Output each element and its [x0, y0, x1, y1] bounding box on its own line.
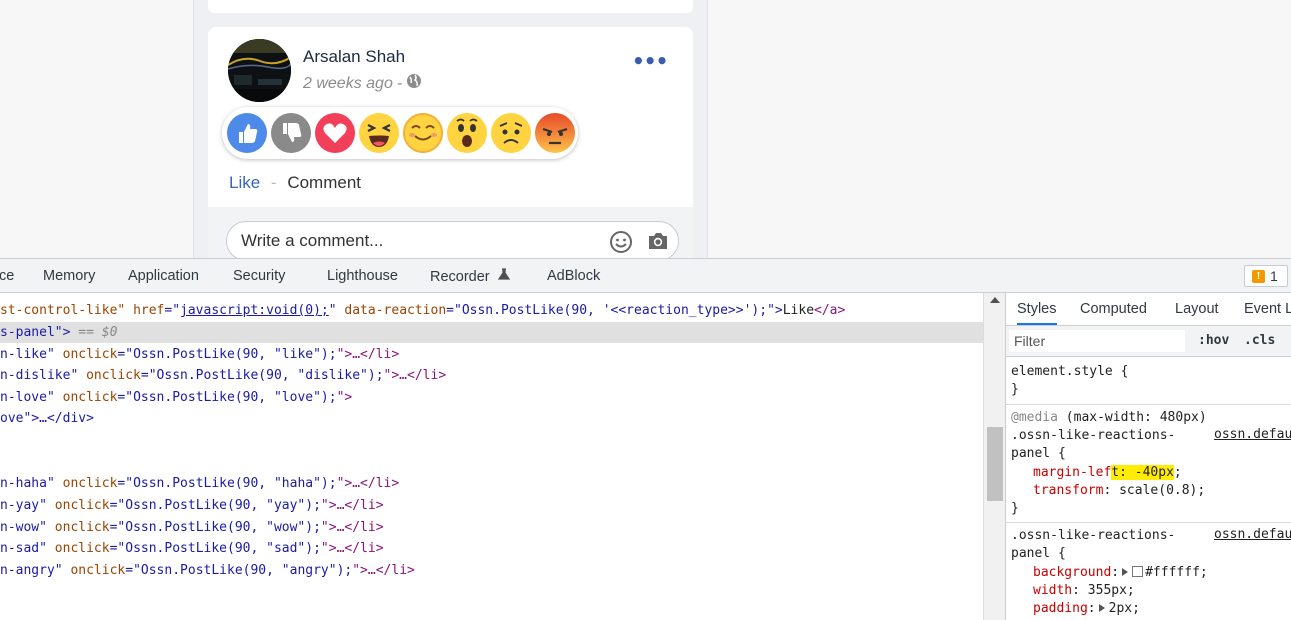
color-swatch[interactable] — [1132, 566, 1144, 577]
issues-count: 1 — [1270, 268, 1278, 284]
previous-post-card — [208, 0, 693, 13]
sad-reaction-icon[interactable] — [491, 113, 531, 153]
dom-node-dislike-item[interactable]: n-dislike" onclick="Ossn.PostLike(90, "d… — [0, 365, 983, 386]
media-query: @media (max-width: 480px) — [1011, 410, 1207, 425]
post-time[interactable]: 2 weeks ago — [303, 75, 393, 93]
tab-memory[interactable]: Memory — [43, 268, 95, 284]
dom-node-yay-item[interactable]: n-yay" onclick="Ossn.PostLike(90, "yay")… — [0, 495, 983, 516]
tab-styles[interactable]: Styles — [1017, 301, 1057, 325]
flask-icon — [494, 268, 510, 285]
element-style-selector[interactable]: element.style { — [1011, 363, 1128, 381]
expand-triangle-icon[interactable] — [1098, 604, 1105, 612]
dom-node-reactions-panel-selected[interactable]: s-panel"> == $0 — [0, 322, 983, 343]
dom-node-love-div[interactable]: ove">…</div> — [0, 408, 983, 429]
styles-filter-input[interactable] — [1009, 330, 1185, 352]
stylesheet-source-link[interactable]: ossn.defau — [1214, 527, 1291, 542]
post-menu-button[interactable]: ••• — [632, 49, 668, 73]
stylesheet-source-link[interactable]: ossn.defau — [1214, 427, 1291, 442]
camera-icon[interactable] — [647, 231, 669, 255]
styles-tab-bar: Styles Computed Layout Event L — [1006, 293, 1291, 326]
warning-icon: ! — [1252, 269, 1265, 283]
tab-recorder-label: Recorder — [430, 269, 490, 285]
wow-reaction-icon[interactable] — [447, 113, 487, 153]
like-link[interactable]: Like — [229, 173, 260, 192]
reactions-panel-rule: .ossn-like-reactions- ossn.defau panel {… — [1006, 523, 1291, 620]
like-reaction-icon[interactable] — [227, 113, 267, 153]
yay-reaction-icon[interactable] — [403, 113, 443, 153]
hov-toggle-button[interactable]: :hov — [1198, 333, 1229, 348]
post-author[interactable]: Arsalan Shah — [303, 47, 405, 67]
rule-selector-cont[interactable]: panel { — [1011, 445, 1066, 463]
page-viewport: Arsalan Shah 2 weeks ago - ••• Like - Co… — [0, 0, 1291, 258]
comment-link[interactable]: Comment — [287, 173, 361, 192]
tab-security[interactable]: Security — [233, 268, 285, 284]
tab-application[interactable]: Application — [128, 268, 199, 284]
elements-tree: st-control-like" href="javascript:void(0… — [0, 293, 983, 620]
tab-recorder[interactable]: Recorder — [430, 268, 510, 285]
emoji-icon[interactable] — [609, 230, 633, 258]
href-link[interactable]: javascript:void(0); — [180, 303, 329, 318]
media-rule: @media (max-width: 480px) .ossn-like-rea… — [1006, 405, 1291, 523]
dom-node-like-item[interactable]: n-like" onclick="Ossn.PostLike(90, "like… — [0, 344, 983, 365]
dom-node-love-item[interactable]: n-love" onclick="Ossn.PostLike(90, "love… — [0, 387, 983, 408]
meta-separator: - — [396, 74, 403, 92]
action-separator: - — [270, 173, 277, 192]
scroll-thumb[interactable] — [987, 427, 1003, 501]
css-declaration-width[interactable]: width: 355px; — [1033, 582, 1135, 600]
post-meta: 2 weeks ago - — [303, 73, 422, 94]
dom-node-like-link[interactable]: st-control-like" href="javascript:void(0… — [0, 300, 983, 321]
rule-close-brace: } — [1011, 501, 1019, 516]
tab-performance[interactable]: ce — [0, 268, 14, 284]
tab-computed[interactable]: Computed — [1080, 301, 1147, 317]
scroll-up-arrow-icon[interactable] — [990, 297, 1000, 303]
tab-lighthouse[interactable]: Lighthouse — [327, 268, 398, 284]
dom-node-haha-item[interactable]: n-haha" onclick="Ossn.PostLike(90, "haha… — [0, 473, 983, 494]
angry-reaction-icon[interactable] — [535, 113, 575, 153]
dom-node-sad-item[interactable]: n-sad" onclick="Ossn.PostLike(90, "sad")… — [0, 538, 983, 559]
post-card: Arsalan Shah 2 weeks ago - ••• Like - Co… — [208, 27, 693, 258]
comment-box — [226, 221, 679, 258]
css-declaration-transform[interactable]: transform: scale(0.8); — [1033, 482, 1205, 500]
dom-node-wow-item[interactable]: n-wow" onclick="Ossn.PostLike(90, "wow")… — [0, 517, 983, 538]
comment-input[interactable] — [241, 231, 601, 251]
dislike-reaction-icon[interactable] — [271, 113, 311, 153]
issues-badge[interactable]: ! 1 — [1244, 265, 1288, 287]
styles-filter-row: :hov .cls — [1006, 326, 1291, 357]
rule-selector[interactable]: .ossn-like-reactions- — [1011, 427, 1175, 445]
avatar[interactable] — [228, 39, 291, 102]
rule-selector[interactable]: .ossn-like-reactions- — [1011, 527, 1175, 545]
dom-node-angry-item[interactable]: n-angry" onclick="Ossn.PostLike(90, "ang… — [0, 560, 983, 581]
css-declaration-margin-left[interactable]: margin-left: -40px; — [1033, 464, 1182, 482]
tab-adblock[interactable]: AdBlock — [547, 268, 600, 284]
css-declaration-background[interactable]: background: #ffffff; — [1033, 564, 1208, 582]
rule-selector-cont[interactable]: panel { — [1011, 545, 1066, 563]
element-style-rule: element.style { } — [1006, 357, 1291, 405]
devtools-tab-bar: ce Memory Application Security Lighthous… — [0, 258, 1291, 293]
devtools-panel: ce Memory Application Security Lighthous… — [0, 258, 1291, 620]
tab-event-listeners[interactable]: Event L — [1244, 301, 1291, 317]
tab-layout[interactable]: Layout — [1175, 301, 1219, 317]
expand-triangle-icon[interactable] — [1122, 568, 1129, 576]
globe-icon — [406, 73, 422, 94]
styles-pane: Styles Computed Layout Event L :hov .cls… — [1005, 293, 1291, 620]
post-actions: Like - Comment — [229, 173, 361, 193]
cls-toggle-button[interactable]: .cls — [1244, 333, 1275, 348]
reactions-panel — [222, 107, 578, 159]
rule-close-brace: } — [1011, 382, 1019, 397]
haha-reaction-icon[interactable] — [359, 113, 399, 153]
css-declaration-padding[interactable]: padding: 2px; — [1033, 600, 1140, 618]
elements-scrollbar[interactable] — [983, 293, 1005, 620]
love-reaction-icon[interactable] — [315, 113, 355, 153]
comment-area — [208, 207, 693, 258]
